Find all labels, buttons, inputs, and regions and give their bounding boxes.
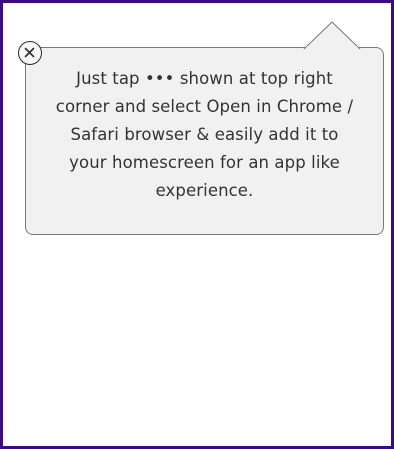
close-button[interactable] — [18, 41, 42, 65]
install-hint-tooltip: Just tap ••• shown at top right corner a… — [25, 21, 384, 235]
app-frame: Just tap ••• shown at top right corner a… — [0, 0, 394, 449]
tooltip-message: Just tap ••• shown at top right corner a… — [55, 69, 354, 200]
tooltip-pointer — [303, 21, 361, 50]
close-icon — [24, 47, 35, 58]
